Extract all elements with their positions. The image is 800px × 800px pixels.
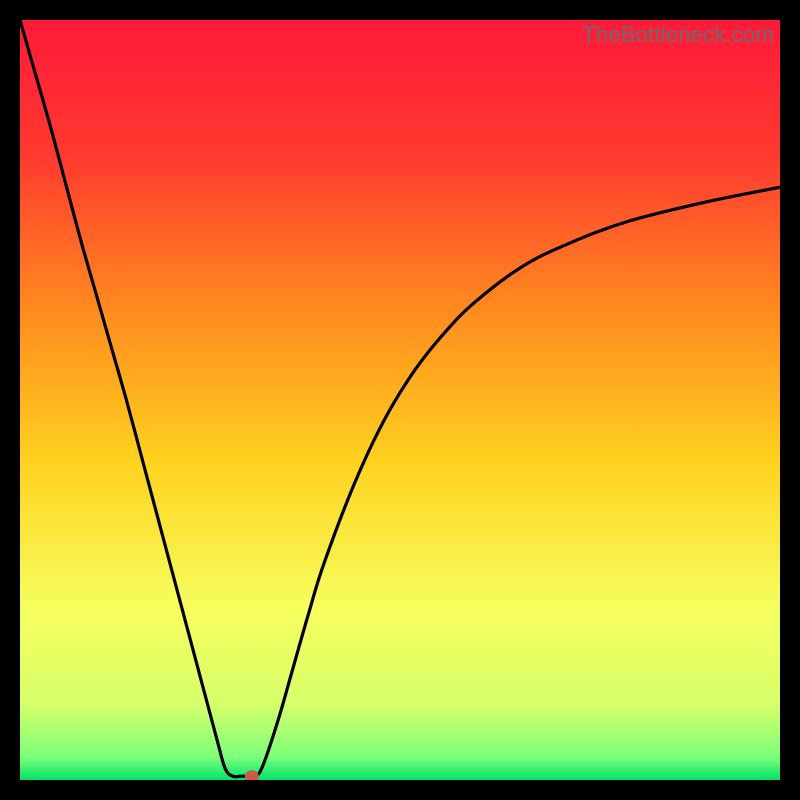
chart-frame: TheBottleneck.com [20,20,780,780]
watermark-text: TheBottleneck.com [582,22,774,48]
bottleneck-chart [20,20,780,780]
gradient-background [20,20,780,780]
